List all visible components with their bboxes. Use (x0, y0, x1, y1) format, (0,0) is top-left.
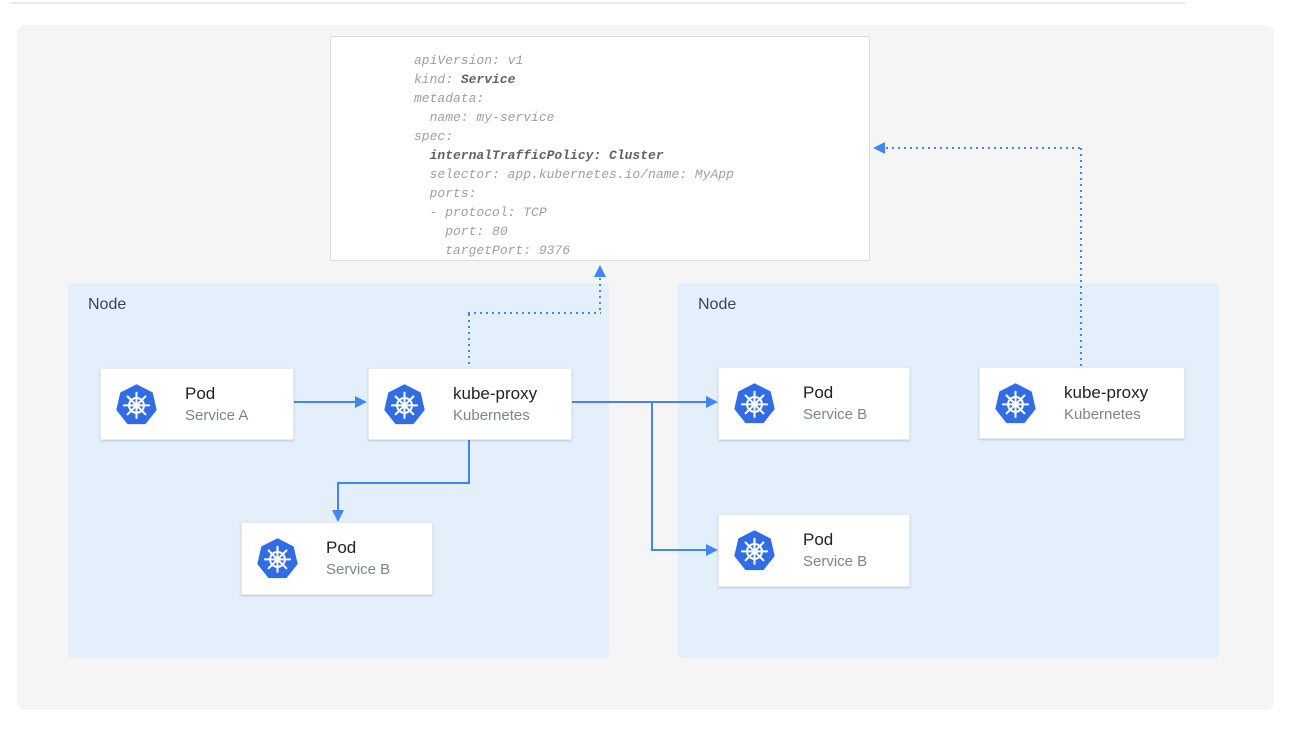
dotted-right-kubeproxy-up (1080, 148, 1082, 367)
dotted-left-horizontal (468, 312, 601, 314)
card-title: Pod (803, 382, 867, 404)
dotted-right-horizontal (886, 147, 1082, 149)
arrow-branch-right (651, 549, 706, 551)
arrowhead-up (594, 265, 606, 277)
card-subtitle: Service B (803, 552, 867, 572)
card-subtitle: Service B (326, 560, 390, 580)
arrowhead-right (355, 396, 367, 408)
card-subtitle: Service B (803, 405, 867, 425)
yaml-line-highlight: internalTrafficPolicy: Cluster (414, 146, 869, 165)
card-kube-proxy-right: kube-proxy Kubernetes (979, 367, 1185, 439)
yaml-manifest-card: apiVersion: v1 kind: Service metadata: n… (330, 36, 870, 261)
yaml-line: kind: Service (414, 70, 869, 89)
card-title: kube-proxy (1064, 382, 1148, 404)
node-right: Node (678, 283, 1219, 658)
arrowhead-down (332, 510, 344, 522)
card-pod-service-b-left: Pod Service B (241, 522, 433, 595)
arrow-kubeproxy-down (468, 440, 470, 484)
arrow-branch-down (651, 401, 653, 550)
kubernetes-icon (382, 382, 427, 427)
yaml-line: targetPort: 9376 (414, 241, 869, 260)
yaml-line: apiVersion: v1 (414, 51, 869, 70)
node-left: Node (68, 283, 609, 658)
card-pod-service-a: Pod Service A (100, 368, 294, 440)
yaml-line: name: my-service (414, 108, 869, 127)
node-right-label: Node (698, 296, 736, 314)
yaml-line: metadata: (414, 89, 869, 108)
arrowhead-right (706, 544, 718, 556)
arrowhead-left (873, 142, 885, 154)
arrowhead-right (706, 396, 718, 408)
top-divider (10, 2, 1186, 4)
kubernetes-icon (255, 536, 300, 581)
arrow-poda-to-kubeproxy (294, 401, 355, 403)
yaml-line: port: 80 (414, 222, 869, 241)
card-title: kube-proxy (453, 383, 537, 405)
kubernetes-icon (732, 381, 777, 426)
yaml-line: ports: (414, 184, 869, 203)
card-subtitle: Kubernetes (1064, 405, 1148, 425)
arrow-to-podb-left (337, 482, 339, 510)
diagram-canvas: apiVersion: v1 kind: Service metadata: n… (0, 0, 1296, 729)
card-subtitle: Service A (185, 406, 248, 426)
dotted-left-to-yaml (599, 278, 601, 312)
kubernetes-icon (732, 528, 777, 573)
card-subtitle: Kubernetes (453, 406, 537, 426)
yaml-line: selector: app.kubernetes.io/name: MyApp (414, 165, 869, 184)
card-title: Pod (803, 529, 867, 551)
card-pod-service-b-right-bottom: Pod Service B (718, 514, 910, 587)
card-kube-proxy-left: kube-proxy Kubernetes (368, 368, 572, 440)
node-left-label: Node (88, 296, 126, 314)
arrow-kubeproxy-left (337, 482, 470, 484)
card-title: Pod (185, 383, 248, 405)
kubernetes-icon (114, 382, 159, 427)
kubernetes-icon (993, 381, 1038, 426)
card-title: Pod (326, 537, 390, 559)
yaml-line: spec: (414, 127, 869, 146)
yaml-line: - protocol: TCP (414, 203, 869, 222)
arrow-kubeproxy-right (572, 401, 706, 403)
card-pod-service-b-right-top: Pod Service B (718, 367, 910, 440)
dotted-left-kubeproxy-up (468, 314, 470, 368)
